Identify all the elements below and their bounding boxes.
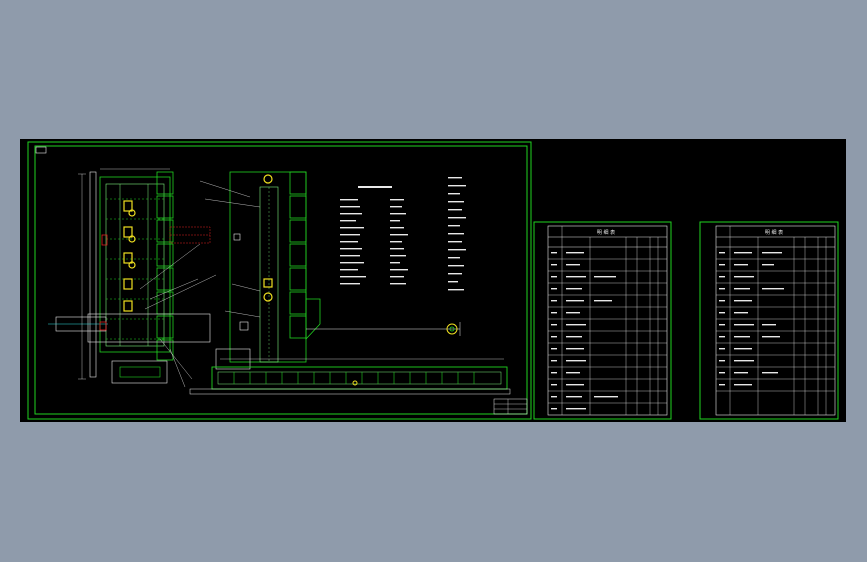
title-block bbox=[493, 398, 528, 415]
main-drawing-sheet bbox=[27, 141, 532, 420]
parts-list-1-header: 明 细 表 bbox=[597, 229, 615, 236]
cad-drawing-viewport[interactable]: 明 细 表 明 细 表 bbox=[20, 139, 846, 422]
technical-notes-block bbox=[340, 177, 466, 291]
left-column-assembly bbox=[48, 168, 217, 388]
parts-list-2-header: 明 细 表 bbox=[765, 229, 783, 236]
parts-list-2: 明 细 表 bbox=[699, 221, 839, 420]
base-rail-assembly bbox=[189, 358, 511, 395]
cad-drawing-canvas: 明 细 表 明 细 表 bbox=[27, 141, 839, 420]
parts-list-1: 明 细 表 bbox=[533, 221, 672, 420]
middle-column-assembly bbox=[199, 171, 461, 370]
